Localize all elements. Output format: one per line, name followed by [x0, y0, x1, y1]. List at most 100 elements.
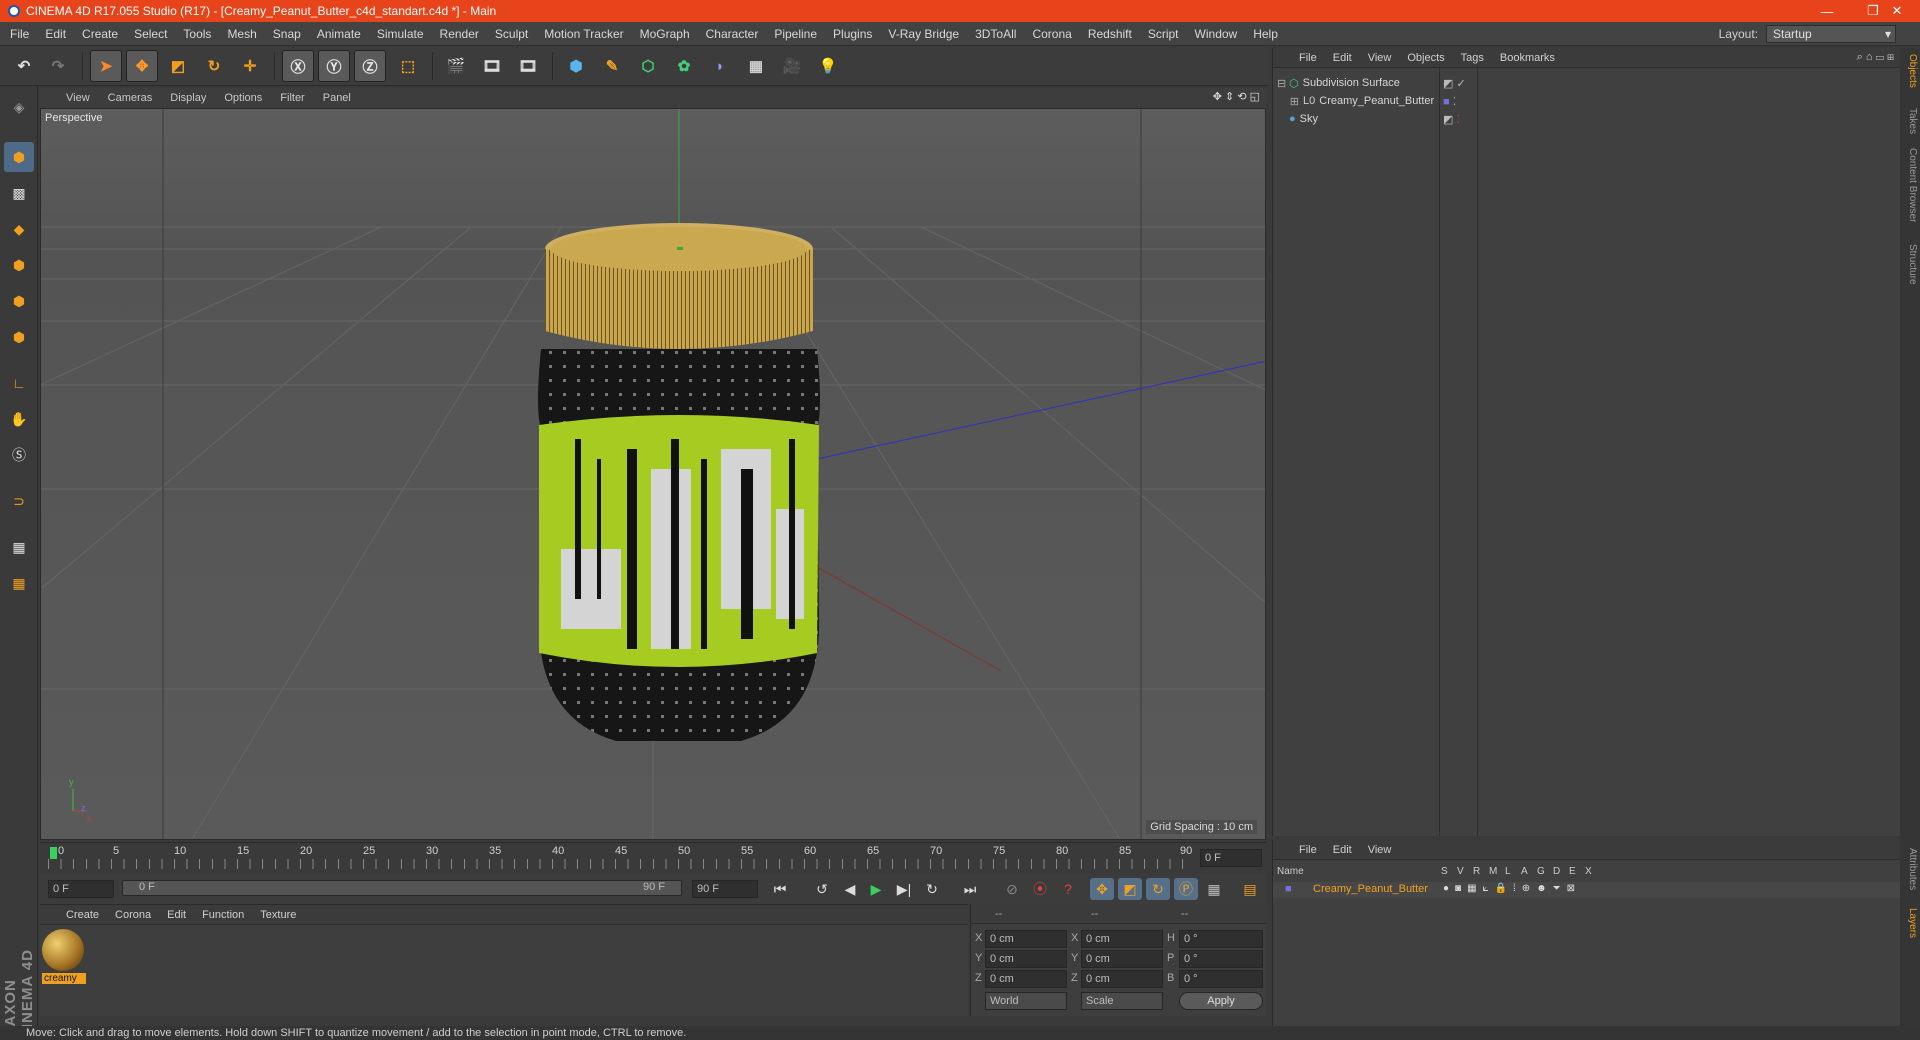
menu-pipeline[interactable]: Pipeline [774, 27, 817, 41]
menu-plugins[interactable]: Plugins [833, 27, 872, 41]
menu-vray-bridge[interactable]: V-Ray Bridge [888, 27, 959, 41]
undo-icon[interactable]: ↶ [8, 50, 40, 82]
obj-menu-objects[interactable]: Objects [1407, 52, 1444, 64]
magnet-icon[interactable]: ⊃ [4, 486, 34, 516]
playhead-marker[interactable] [50, 847, 57, 859]
menu-mograph[interactable]: MoGraph [640, 27, 690, 41]
object-name[interactable]: Creamy_Peanut_Butter [1319, 95, 1434, 107]
array-icon[interactable]: ✿ [668, 50, 700, 82]
tab-layers[interactable]: Layers [1902, 908, 1918, 938]
record-active-icon[interactable]: ⦿ [1028, 878, 1052, 900]
material-swatch[interactable]: creamy [42, 929, 86, 987]
expand-icon[interactable]: ⊞ [1277, 95, 1299, 108]
layer-toggle-icons[interactable]: ●◙▦⟀🔒⁞⊕☻⏷⊠ [1443, 883, 1581, 894]
key-parameter-icon[interactable]: Ⓟ [1174, 878, 1198, 900]
next-frame-icon[interactable]: ▶| [892, 878, 916, 900]
layout-select[interactable]: Startup [1766, 25, 1896, 43]
menu-3dtoall[interactable]: 3DToAll [975, 27, 1016, 41]
layer-name[interactable]: Creamy_Peanut_Butter [1313, 883, 1428, 895]
menu-render[interactable]: Render [440, 27, 479, 41]
pen-spline-icon[interactable]: ✎ [596, 50, 628, 82]
tab-structure[interactable]: Structure [1902, 244, 1918, 285]
viewport-navigation-icon[interactable]: ✥ ⇕ ⟲ ◱ [1213, 90, 1260, 103]
planar-workplane-icon[interactable]: ▦ [4, 568, 34, 598]
mat-menu-corona[interactable]: Corona [115, 909, 151, 921]
key-pla-icon[interactable]: ▦ [1202, 878, 1226, 900]
object-name[interactable]: Subdivision Surface [1303, 77, 1400, 89]
autokey-icon[interactable]: ? [1056, 878, 1080, 900]
size-y-field[interactable]: 0 cm [1081, 950, 1163, 968]
obj-menu-bookmarks[interactable]: Bookmarks [1500, 52, 1555, 64]
scale-tool-icon[interactable]: ◩ [162, 50, 194, 82]
redo-icon[interactable]: ↷ [42, 50, 74, 82]
scale-mode-select[interactable]: Scale [1081, 992, 1163, 1010]
minimize-button[interactable]: — [1804, 0, 1850, 22]
menu-window[interactable]: Window [1195, 27, 1238, 41]
tab-attributes[interactable]: Attributes [1902, 848, 1918, 890]
menu-corona[interactable]: Corona [1032, 27, 1071, 41]
menu-mesh[interactable]: Mesh [227, 27, 256, 41]
render-settings-icon[interactable]: 🎞 [512, 50, 544, 82]
close-button[interactable]: ✕ [1874, 0, 1920, 22]
mat-menu-create[interactable]: Create [66, 909, 99, 921]
peanut-butter-jar-model[interactable] [538, 223, 820, 741]
rotation-p-field[interactable]: 0 ° [1179, 950, 1263, 968]
go-to-end-icon[interactable]: ⏭ [958, 878, 982, 900]
points-mode-icon[interactable]: ⬢ [4, 250, 34, 280]
menu-edit[interactable]: Edit [45, 27, 66, 41]
z-axis-icon[interactable]: Ⓩ [354, 50, 386, 82]
key-position-icon[interactable]: ✥ [1090, 878, 1114, 900]
go-to-start-icon[interactable]: ⏮ [768, 878, 792, 900]
menu-help[interactable]: Help [1253, 27, 1278, 41]
object-name[interactable]: Sky [1300, 113, 1318, 125]
workplane-lock-icon[interactable]: ▦ [4, 532, 34, 562]
next-key-icon[interactable]: ↻ [920, 878, 944, 900]
menu-sculpt[interactable]: Sculpt [495, 27, 528, 41]
timeline-frame-field[interactable]: 0 F [1200, 849, 1262, 867]
render-view-icon[interactable]: 🎬 [440, 50, 472, 82]
subdivision-generator-icon[interactable]: ⬡ [632, 50, 664, 82]
menu-animate[interactable]: Animate [317, 27, 361, 41]
obj-search-icon[interactable]: ⌕ ⌂ ▭ ⊞ [1857, 51, 1894, 64]
move-tool-icon[interactable]: ✥ [126, 50, 158, 82]
material-name[interactable]: creamy [42, 973, 86, 984]
record-keys-icon[interactable]: ⊘ [1000, 878, 1024, 900]
rotation-h-field[interactable]: 0 ° [1179, 930, 1263, 948]
menu-character[interactable]: Character [706, 27, 759, 41]
obj-menu-view[interactable]: View [1368, 52, 1392, 64]
tab-takes[interactable]: Takes [1902, 108, 1918, 134]
viewport-menu-panel[interactable]: Panel [323, 92, 351, 104]
menu-file[interactable]: File [10, 27, 29, 41]
tab-content-browser[interactable]: Content Browser [1902, 148, 1918, 222]
menu-snap[interactable]: Snap [273, 27, 301, 41]
polygons-mode-icon[interactable]: ⬢ [4, 322, 34, 352]
play-icon[interactable]: ▶ [864, 878, 888, 900]
tweak-mode-icon[interactable]: ✋ [4, 404, 34, 434]
rotate-tool-icon[interactable]: ↻ [198, 50, 230, 82]
timeline-window-icon[interactable]: ▤ [1238, 878, 1262, 900]
key-scale-icon[interactable]: ◩ [1118, 878, 1142, 900]
max-frame-field[interactable]: 90 F [692, 880, 758, 898]
viewport-menu-filter[interactable]: Filter [280, 92, 304, 104]
tab-objects[interactable]: Objects [1902, 54, 1918, 88]
model-mode-icon[interactable]: ⬢ [4, 142, 34, 172]
menu-redshift[interactable]: Redshift [1088, 27, 1132, 41]
obj-menu-file[interactable]: File [1299, 52, 1317, 64]
viewport-menu-options[interactable]: Options [224, 92, 262, 104]
select-arrow-icon[interactable]: ➤ [90, 50, 122, 82]
position-z-field[interactable]: 0 cm [985, 970, 1067, 988]
frame-range-slider[interactable]: 0 F 90 F [122, 880, 682, 896]
object-row[interactable]: ⊟ ⬡ Subdivision Surface ◩ ✓ [1277, 74, 1897, 92]
menu-create[interactable]: Create [82, 27, 118, 41]
viewport-menu-display[interactable]: Display [170, 92, 206, 104]
perspective-viewport[interactable]: y x z Perspective Grid Spacing : 10 cm [40, 108, 1266, 840]
menu-script[interactable]: Script [1148, 27, 1179, 41]
menu-select[interactable]: Select [134, 27, 167, 41]
menu-tools[interactable]: Tools [183, 27, 211, 41]
obj-menu-tags[interactable]: Tags [1461, 52, 1484, 64]
viewport-menu-cameras[interactable]: Cameras [108, 92, 153, 104]
size-z-field[interactable]: 0 cm [1081, 970, 1163, 988]
position-y-field[interactable]: 0 cm [985, 950, 1067, 968]
camera-icon[interactable]: 🎥 [776, 50, 808, 82]
menu-motion-tracker[interactable]: Motion Tracker [544, 27, 623, 41]
